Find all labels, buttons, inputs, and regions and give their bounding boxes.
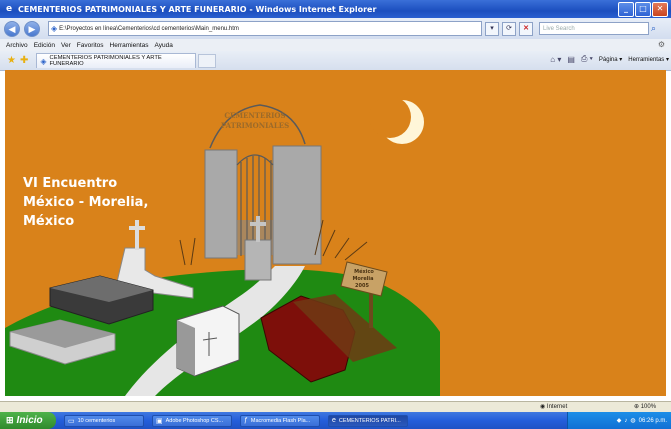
taskbar-label: CEMENTERIOS PATRI... — [338, 417, 401, 424]
taskbar-label: Adobe Photoshop CS... — [165, 417, 224, 424]
maximize-button[interactable]: □ — [635, 2, 651, 17]
menu-ayuda[interactable]: Ayuda — [155, 42, 173, 49]
start-button[interactable]: ⊞ Inicio — [0, 412, 56, 429]
start-label: Inicio — [16, 415, 43, 426]
ie-icon: e — [332, 417, 336, 424]
cross-tomb-center — [244, 239, 272, 281]
page-icon: ◈ — [40, 56, 47, 66]
address-dropdown-button[interactable]: ▾ — [485, 21, 499, 36]
stop-button[interactable]: ✕ — [519, 21, 533, 36]
taskbar: ⊞ Inicio ▭ 10 cementerios ▣ Adobe Photosho… — [0, 412, 671, 429]
tab-cementerios[interactable]: ◈ CEMENTERIOS PATRIMONIALES Y ARTE FUNER… — [36, 53, 197, 68]
ie-logo-icon: e — [5, 4, 13, 14]
window-title-bar: e CEMENTERIOS PATRIMONIALES Y ARTE FUNER… — [0, 0, 671, 18]
sign-line1: México — [354, 268, 374, 275]
event-line3: México — [23, 214, 75, 229]
window-controls: _ □ ✕ — [618, 2, 668, 17]
zone-label: Internet — [546, 404, 568, 410]
arch-text-line2: PATRIMONIALES — [221, 121, 289, 130]
tab-bar: ★ ✚ ◈ CEMENTERIOS PATRIMONIALES Y ARTE F… — [0, 51, 671, 71]
new-tab-button[interactable] — [198, 53, 217, 68]
address-url: E:\Proyectos en línea\Cementerios\cd cem… — [59, 25, 239, 32]
search-input[interactable]: Live Search — [539, 22, 649, 35]
menu-archivo[interactable]: Archivo — [6, 42, 28, 49]
sign-line3: 2005 — [355, 283, 369, 289]
tools-menu-label: Herramientas — [628, 56, 665, 63]
taskbar-button-folder[interactable]: ▭ 10 cementerios — [64, 414, 144, 427]
home-icon[interactable]: ⌂ ▾ — [550, 55, 561, 64]
menu-bar: Archivo Edición Ver Favoritos Herramient… — [0, 39, 671, 51]
tray-security-icon[interactable]: ◍ — [630, 417, 635, 424]
security-zone[interactable]: ◉ Internet — [540, 403, 567, 410]
gate-pillar-left — [204, 149, 238, 259]
page-menu[interactable]: Página ▾ — [599, 56, 622, 63]
folder-icon: ▭ — [68, 417, 75, 425]
menu-ver[interactable]: Ver — [61, 42, 71, 49]
back-button[interactable]: ◀ — [4, 20, 20, 37]
page-content: CEMENTERIOS PATRIMONIALES México Morelia… — [5, 70, 666, 396]
refresh-button[interactable]: ⟳ — [502, 21, 516, 36]
address-field[interactable]: ◈ E:\Proyectos en línea\Cementerios\cd c… — [48, 21, 482, 36]
taskbar-button-ie[interactable]: e CEMENTERIOS PATRI... — [328, 414, 408, 427]
forward-button[interactable]: ▶ — [24, 20, 40, 37]
search-icon[interactable]: ⌕ — [651, 23, 656, 34]
tab-label: CEMENTERIOS PATRIMONIALES Y ARTE FUNERAR… — [49, 55, 162, 67]
arch-text-line1: CEMENTERIOS — [224, 111, 285, 120]
taskbar-button-flash[interactable]: ƒ Macromedia Flash Pla... — [240, 414, 320, 427]
photoshop-icon: ▣ — [156, 417, 163, 425]
status-bar: ◉ Internet ⊕ 100% — [0, 401, 671, 412]
zoom-level[interactable]: ⊕ 100% — [634, 403, 656, 410]
taskbar-label: 10 cementerios — [77, 417, 116, 424]
tray-network-icon[interactable]: ◆ — [617, 417, 622, 424]
flash-icon: ƒ — [244, 417, 248, 424]
event-line2: México - Morelia, — [23, 195, 149, 210]
cemetery-illustration: CEMENTERIOS PATRIMONIALES México Morelia… — [5, 96, 440, 396]
tray-volume-icon[interactable]: ♪ — [624, 418, 627, 424]
page-menu-label: Página — [598, 56, 618, 63]
event-title: VI Encuentro México - Morelia, México — [23, 174, 148, 231]
taskbar-button-photoshop[interactable]: ▣ Adobe Photoshop CS... — [152, 414, 232, 427]
system-tray: ◆ ♪ ◍ 06:26 p.m. — [567, 412, 671, 429]
add-favorites-icon[interactable]: ✚ — [20, 55, 28, 66]
taskbar-label: Macromedia Flash Pla... — [250, 417, 311, 424]
zoom-label: 100% — [640, 404, 657, 410]
favorites-star-icon[interactable]: ★ — [7, 55, 16, 66]
menu-herramientas[interactable]: Herramientas — [110, 42, 149, 49]
menu-favoritos[interactable]: Favoritos — [77, 42, 104, 49]
command-bar: ⌂ ▾ ▤ ⎙ ▾ Página ▾ Herramientas ▾ — [550, 54, 669, 64]
feeds-icon[interactable]: ▤ — [567, 55, 575, 64]
windows-logo-icon: ⊞ — [6, 415, 14, 425]
address-toolbar: ◀ ▶ ◈ E:\Proyectos en línea\Cementerios\… — [0, 18, 671, 39]
gate-pillar-right — [272, 145, 322, 265]
minimize-button[interactable]: _ — [618, 2, 634, 17]
event-line1: VI Encuentro — [23, 176, 118, 191]
close-button[interactable]: ✕ — [652, 2, 668, 17]
page-icon: ◈ — [51, 24, 58, 33]
tools-menu[interactable]: Herramientas ▾ — [628, 56, 669, 63]
toolbar-gear-icon[interactable]: ⚙ — [658, 40, 665, 49]
window-title: CEMENTERIOS PATRIMONIALES Y ARTE FUNERAR… — [18, 4, 377, 14]
print-icon[interactable]: ⎙ ▾ — [581, 54, 593, 64]
sign-line2: Morelia — [352, 276, 373, 282]
tray-clock: 06:26 p.m. — [638, 417, 667, 424]
menu-edicion[interactable]: Edición — [34, 42, 55, 49]
